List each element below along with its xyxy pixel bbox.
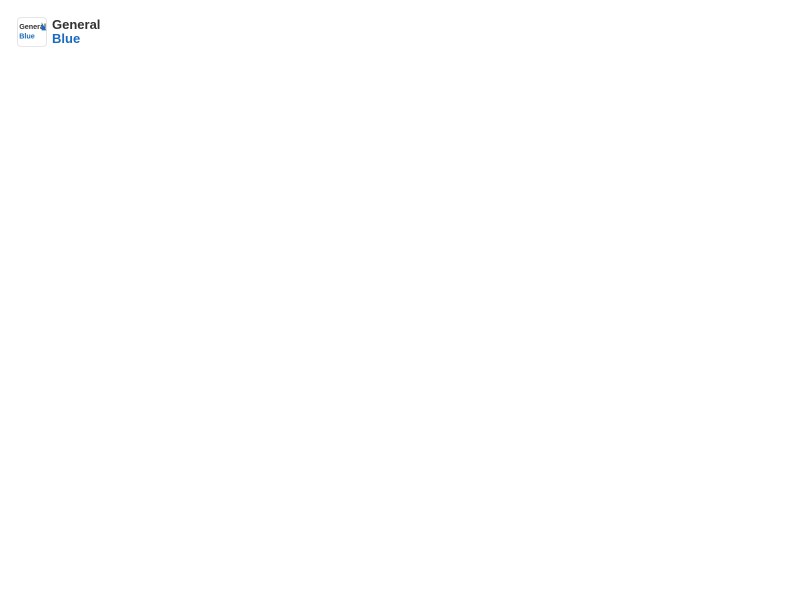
logo: General Blue General Blue <box>16 16 100 48</box>
logo-icon: General Blue <box>16 16 48 48</box>
page-header: General Blue General Blue <box>16 16 776 48</box>
svg-text:Blue: Blue <box>19 31 35 40</box>
